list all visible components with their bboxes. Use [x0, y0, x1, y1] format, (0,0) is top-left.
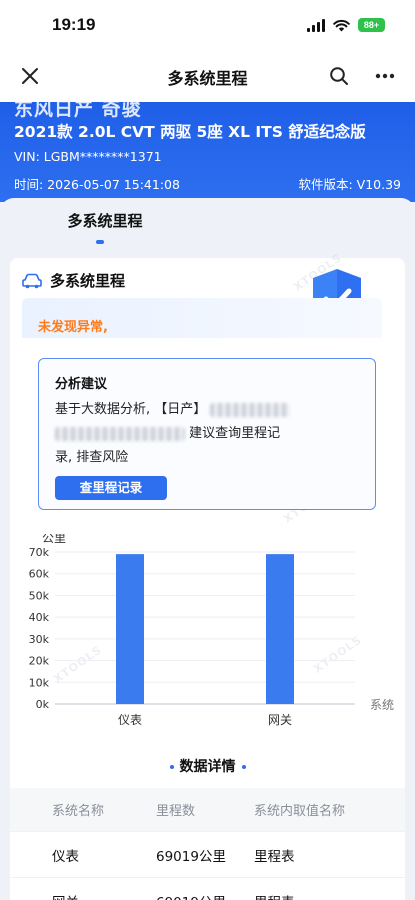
search-icon[interactable] [327, 64, 351, 88]
y-tick-label: 0k [36, 698, 50, 711]
software-version: 软件版本: V10.39 [298, 177, 401, 192]
tab-multi-system-mileage[interactable]: 多系统里程 [50, 210, 160, 231]
chart-svg: 公里 0k 10k 20k 30k 40k 50k 60k 70k 仪表 网关 系统 [29, 531, 394, 727]
title-bar: 多系统里程 [0, 50, 415, 102]
header-source-name: 系统内取值名称 [254, 804, 346, 819]
signal-icon [307, 18, 325, 32]
header-system-name: 系统名称 [52, 804, 105, 819]
y-tick-label: 60k [29, 568, 50, 581]
time-row: 时间: 2026-05-07 15:41:08 软件版本: V10.39 [14, 174, 401, 193]
analysis-text: 基于大数据分析, 【日产】 建议查询里程记 录, 排查风险 [55, 398, 359, 470]
y-tick-label: 40k [29, 611, 50, 624]
wifi-icon [333, 19, 350, 31]
analysis-text-part2: 建议查询里程记 [189, 426, 281, 441]
bar [266, 554, 294, 704]
vin-text: VIN: LGBM********1371 [14, 149, 162, 164]
header-mileage: 里程数 [156, 804, 196, 819]
analysis-text-part3: 录, 排查风险 [55, 450, 129, 465]
x-axis-label: 系统 [370, 698, 394, 712]
analysis-title: 分析建议 [55, 377, 108, 392]
tab-bar: 多系统里程 [0, 198, 415, 250]
bar [116, 554, 144, 704]
analysis-text-part1: 基于大数据分析, 【日产】 [55, 402, 207, 417]
battery-icon: 88+ [358, 18, 385, 32]
check-mileage-record-button[interactable]: 查里程记录 [55, 476, 167, 500]
y-axis-label: 公里 [42, 534, 66, 545]
mileage-card: XTOOLS XTOOLS XTOOLS XTOOLS 多系统里程 未发现异常,… [10, 251, 405, 900]
more-icon[interactable] [373, 64, 397, 88]
table-header: 系统名称 里程数 系统内取值名称 [10, 788, 405, 832]
status-bar: 19:19 88+ [0, 0, 415, 50]
table-row: 网关 69019公里 里程表 [10, 878, 405, 900]
tab-active-indicator [96, 240, 104, 244]
status-text: 未发现异常, [22, 298, 382, 338]
close-icon[interactable] [18, 64, 42, 88]
vehicle-header: 东风日产 奇骏 2021款 2.0L CVT 两驱 5座 XL ITS 舒适纪念… [0, 102, 415, 202]
y-tick-label: 30k [29, 633, 50, 646]
blurred-text [55, 426, 185, 441]
cell-mileage: 69019公里 [152, 891, 254, 900]
blurred-text [210, 402, 291, 417]
vehicle-model: 2021款 2.0L CVT 两驱 5座 XL ITS 舒适纪念版 [14, 123, 366, 141]
cell-system-name: 网关 [10, 891, 152, 900]
card-title: 多系统里程 [50, 272, 126, 290]
status-time: 19:19 [52, 15, 96, 34]
mileage-chart: 公里 0k 10k 20k 30k 40k 50k 60k 70k 仪表 网关 系统 [10, 531, 405, 744]
cell-source-name: 里程表 [254, 891, 405, 900]
x-tick-label: 仪表 [118, 713, 142, 727]
table-row: 仪表 69019公里 里程表 [10, 832, 405, 878]
cell-source-name: 里程表 [254, 848, 295, 865]
y-tick-label: 20k [29, 655, 50, 668]
details-table: 系统名称 里程数 系统内取值名称 仪表 69019公里 里程表 网关 69019… [10, 788, 405, 900]
cell-system-name: 仪表 [52, 848, 79, 865]
scan-time: 时间: 2026-05-07 15:41:08 [14, 177, 180, 192]
y-tick-label: 70k [29, 546, 50, 559]
vehicle-brand-title: 东风日产 奇骏 [14, 102, 142, 120]
y-tick-label: 10k [29, 676, 50, 689]
data-detail-title: 数据详情 [179, 759, 236, 775]
analysis-box: 分析建议 基于大数据分析, 【日产】 建议查询里程记 录, 排查风险 查里程记录 [38, 358, 376, 510]
status-icons: 88+ [307, 18, 385, 32]
cell-mileage: 69019公里 [156, 848, 226, 865]
data-detail-heading: 数据详情 [10, 756, 405, 776]
dot-icon [169, 765, 174, 769]
dot-icon [241, 765, 246, 769]
card-header: 多系统里程 [22, 270, 125, 291]
car-icon [22, 273, 42, 288]
y-tick-label: 50k [29, 589, 50, 602]
x-tick-label: 网关 [268, 713, 292, 727]
